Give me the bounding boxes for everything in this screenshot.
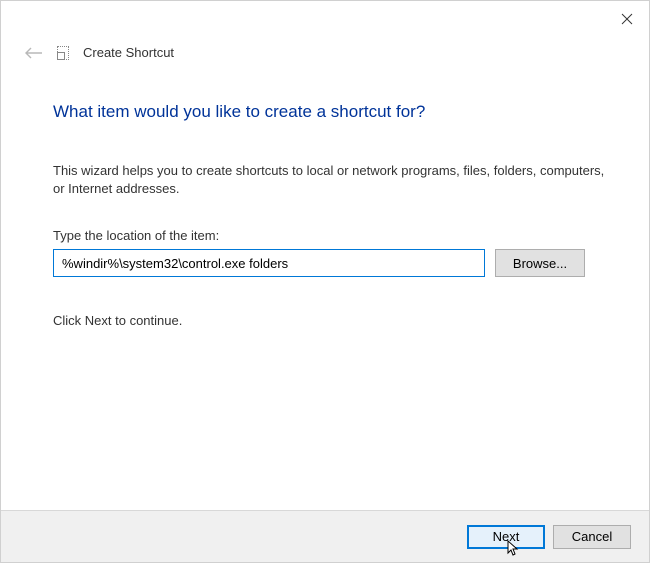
page-title: Create Shortcut — [83, 45, 174, 60]
cancel-button[interactable]: Cancel — [553, 525, 631, 549]
next-button[interactable]: Next — [467, 525, 545, 549]
back-button[interactable] — [25, 46, 43, 60]
location-label: Type the location of the item: — [53, 228, 609, 243]
wizard-window: Create Shortcut What item would you like… — [0, 0, 650, 563]
main-heading: What item would you like to create a sho… — [53, 102, 609, 122]
input-row: Browse... — [53, 249, 609, 277]
close-button[interactable] — [619, 11, 635, 27]
continue-text: Click Next to continue. — [53, 313, 609, 328]
close-icon — [621, 13, 633, 25]
footer-bar: Next Cancel — [1, 510, 649, 562]
location-input[interactable] — [53, 249, 485, 277]
header-row: Create Shortcut — [1, 45, 649, 60]
shortcut-icon — [57, 46, 69, 60]
titlebar — [1, 1, 649, 31]
wizard-description: This wizard helps you to create shortcut… — [53, 162, 609, 198]
browse-button[interactable]: Browse... — [495, 249, 585, 277]
content-area: What item would you like to create a sho… — [1, 60, 649, 328]
back-arrow-icon — [25, 47, 43, 59]
